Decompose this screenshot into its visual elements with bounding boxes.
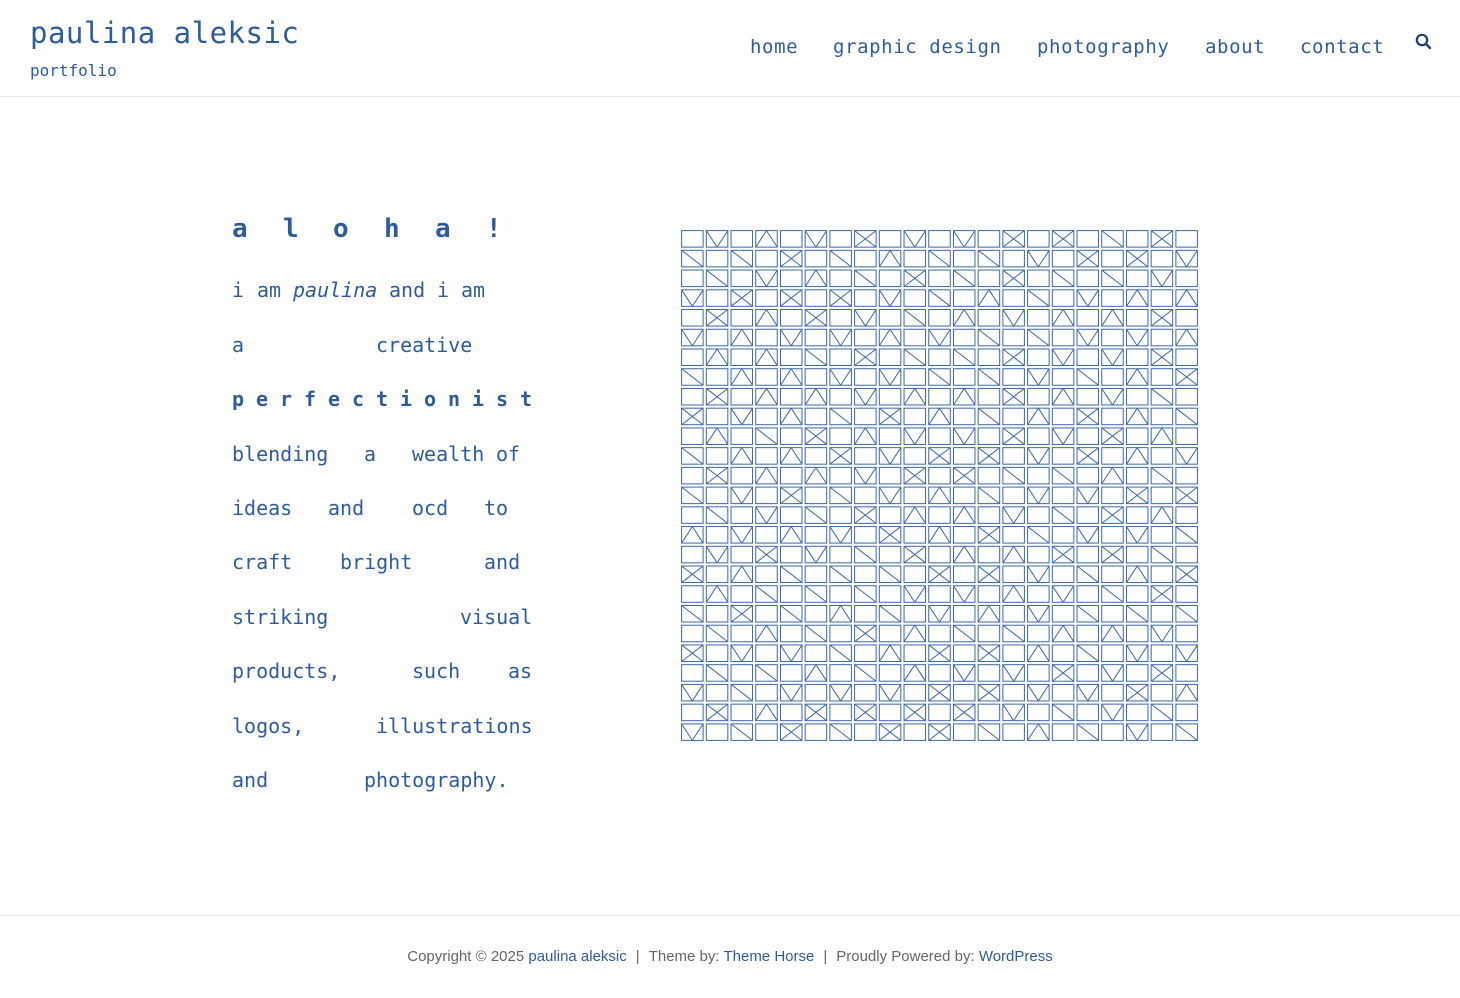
footer-copyright: Copyright © 2025 [407, 948, 525, 965]
footer-wordpress-link[interactable]: WordPress [979, 948, 1053, 965]
intro-line: i am paulina and i am [232, 278, 532, 306]
emphasis-letter: t [376, 387, 389, 411]
nav-item-home[interactable]: home [750, 36, 798, 58]
intro-line: striking visual [232, 605, 532, 633]
intro-word: blending [232, 442, 329, 466]
nav-item-graphic-design[interactable]: graphic design [833, 36, 1002, 58]
emphasis-letter: c [352, 387, 365, 411]
footer-separator: | [823, 948, 828, 965]
search-button[interactable] [1413, 31, 1435, 53]
nav-item-photography[interactable]: photography [1037, 36, 1169, 58]
heading-letter: l [283, 214, 299, 244]
intro-line: products, such as [232, 659, 532, 687]
heading-letter: o [333, 214, 349, 244]
intro-word: a [232, 333, 245, 357]
intro-word: such [412, 659, 461, 683]
intro-heading: a l o h a ! [232, 214, 532, 248]
intro-word: illustrations [376, 714, 533, 738]
emphasis-letter: t [520, 387, 533, 411]
geometric-pattern-icon [681, 230, 1198, 741]
emphasis-letter: e [256, 387, 269, 411]
intro-line: logos, illustrations [232, 714, 533, 742]
footer-credits: Copyright © 2025 paulina aleksic | Theme b… [0, 948, 1460, 965]
heading-letter: a [435, 214, 451, 244]
heading-letter: ! [486, 214, 502, 244]
emphasis-letter: o [424, 387, 437, 411]
intro-word: striking [232, 605, 329, 629]
main-nav: home graphic design photography about co… [0, 36, 1460, 60]
intro-word: i [437, 278, 450, 302]
intro-word: of [496, 442, 521, 466]
emphasis-letter: i [472, 387, 485, 411]
nav-item-about[interactable]: about [1205, 36, 1265, 58]
intro-word: logos, [232, 714, 305, 738]
site-tagline: portfolio [30, 61, 117, 80]
intro-line: and photography. [232, 768, 532, 796]
intro-line-emphasis: p e r f e c t i o n i s t [232, 387, 532, 415]
intro-word: am [461, 278, 486, 302]
intro-word: visual [460, 605, 533, 629]
intro-word: a [364, 442, 377, 466]
intro-word: as [508, 659, 533, 683]
emphasis-letter: r [280, 387, 293, 411]
intro-word: and [389, 278, 426, 302]
intro-word: ideas [232, 496, 293, 520]
intro-word: wealth [412, 442, 485, 466]
intro-line: blending a wealth of [232, 442, 532, 470]
emphasis-letter: s [496, 387, 509, 411]
intro-line: craft bright and [232, 550, 532, 578]
intro-word: creative [376, 333, 473, 357]
intro-word: products, [232, 659, 341, 683]
nav-item-contact[interactable]: contact [1300, 36, 1384, 58]
emphasis-letter: n [448, 387, 461, 411]
emphasis-letter: i [400, 387, 413, 411]
intro-word: craft [232, 550, 293, 574]
search-icon [1415, 33, 1432, 50]
footer-theme-label: Theme by: [648, 948, 720, 965]
intro-word: i [232, 278, 245, 302]
emphasis-letter: f [304, 387, 317, 411]
emphasis-letter: e [328, 387, 341, 411]
footer-powered-label: Proudly Powered by: [836, 948, 975, 965]
intro-word: and [484, 550, 521, 574]
footer-separator: | [635, 948, 640, 965]
geometric-pattern-image [680, 229, 1199, 742]
intro-line: a creative [232, 333, 532, 361]
intro-word: to [484, 496, 509, 520]
intro-word: and [328, 496, 365, 520]
site-footer: Copyright © 2025 paulina aleksic | Theme b… [0, 915, 1460, 998]
intro-word-name: paulina [293, 278, 378, 302]
heading-letter: h [384, 214, 400, 244]
intro-line: ideas and ocd to [232, 496, 532, 524]
intro-word: photography. [364, 768, 509, 792]
intro-word: ocd [412, 496, 449, 520]
footer-owner-link[interactable]: paulina aleksic [528, 948, 626, 965]
emphasis-letter: p [232, 387, 245, 411]
intro-word: and [232, 768, 269, 792]
intro-word: am [257, 278, 282, 302]
footer-theme-link[interactable]: Theme Horse [723, 948, 814, 965]
heading-letter: a [232, 214, 248, 244]
site-header: paulina aleksic portfolio home graphic d… [0, 0, 1460, 97]
intro-word: bright [340, 550, 413, 574]
pattern-tiles [681, 230, 1198, 741]
